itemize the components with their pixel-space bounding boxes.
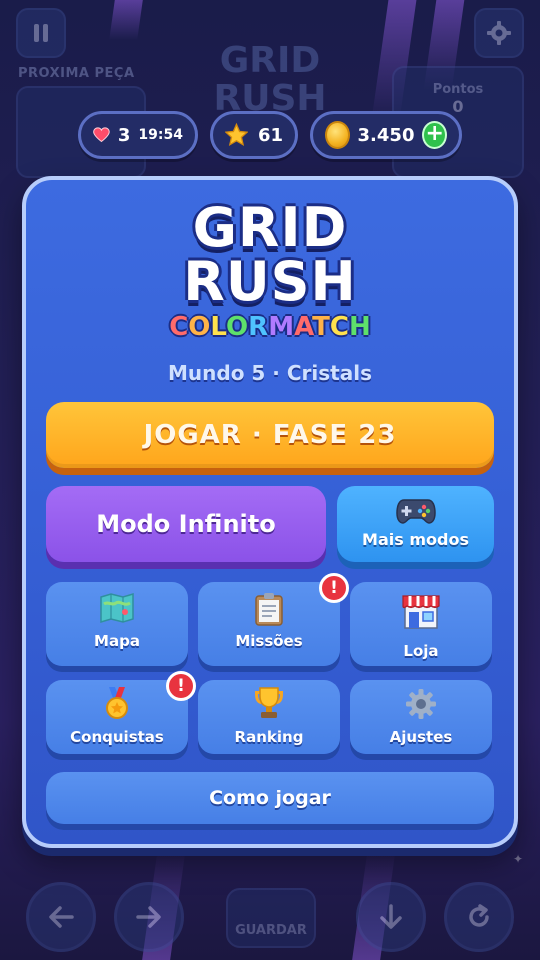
background-light-beam <box>109 0 143 40</box>
next-piece-label: PROXIMA PEÇA <box>18 66 135 81</box>
how-to-play-button[interactable]: Como jogar <box>46 772 494 824</box>
star-icon <box>225 122 248 147</box>
sparkle-icon: ✦ <box>513 852 524 866</box>
arrow-down-icon <box>380 904 402 929</box>
clipboard-icon <box>255 593 283 626</box>
settings-button <box>474 8 524 58</box>
coins-count: 3.450 <box>357 124 415 146</box>
achievements-alert-badge: ! <box>166 671 196 701</box>
hold-piece-button: GUARDAR <box>226 888 316 948</box>
move-right-button <box>114 882 184 952</box>
lives-timer: 19:54 <box>138 127 183 143</box>
logo-subtitle-letter: O <box>226 312 249 342</box>
map-label: Mapa <box>94 632 140 650</box>
rotate-button <box>444 882 514 952</box>
shop-icon <box>402 595 440 629</box>
missions-label: Missões <box>235 632 303 650</box>
logo-subtitle-letter: C <box>169 312 189 342</box>
logo-subtitle-letter: L <box>210 312 227 342</box>
add-coins-button[interactable]: + <box>422 121 447 149</box>
medal-icon <box>106 687 128 719</box>
gear-icon <box>406 689 436 719</box>
coins-pill[interactable]: 3.450 + <box>310 111 462 159</box>
logo-subtitle-color: COLOR <box>169 312 268 342</box>
lives-pill[interactable]: 3 19:54 <box>78 111 198 159</box>
logo-subtitle-letter: T <box>312 312 330 342</box>
world-label: Mundo 5 · Cristals <box>168 361 372 385</box>
logo-subtitle-letter: O <box>188 312 211 342</box>
achievements-label: Conquistas <box>70 728 164 746</box>
shop-tile[interactable]: Loja <box>350 582 492 666</box>
shop-label: Loja <box>403 642 439 660</box>
missions-tile[interactable]: Missões <box>198 582 340 666</box>
infinite-mode-button[interactable]: Modo Infinito <box>46 486 326 562</box>
score-label: Pontos <box>432 82 484 97</box>
trophy-icon <box>255 687 283 718</box>
arrow-left-icon <box>49 906 74 928</box>
heart-icon <box>93 127 110 143</box>
logo-subtitle-match: MATCH <box>268 312 371 342</box>
gamepad-icon <box>395 499 436 524</box>
logo-subtitle-letter: M <box>268 312 295 342</box>
logo-subtitle-letter: H <box>349 312 371 342</box>
pause-icon <box>34 24 48 42</box>
logo-subtitle-letter: C <box>329 312 350 342</box>
background-title-line1: GRID <box>219 40 321 81</box>
logo-subtitle-letter: A <box>294 312 313 342</box>
ranking-tile[interactable]: Ranking <box>198 680 340 754</box>
rotate-icon <box>469 904 489 927</box>
more-modes-label: Mais modos <box>362 530 469 549</box>
play-button[interactable]: JOGAR · FASE 23 <box>46 402 494 468</box>
missions-alert-badge: ! <box>319 573 349 603</box>
map-tile[interactable]: Mapa <box>46 582 188 666</box>
stars-pill[interactable]: 61 <box>210 111 298 159</box>
map-icon <box>100 592 134 624</box>
logo-subtitle: COLORMATCH <box>0 312 540 342</box>
settings-label: Ajustes <box>389 728 453 746</box>
drop-button <box>356 882 426 952</box>
pause-button <box>16 8 66 58</box>
background-title: GRID RUSH <box>210 42 330 118</box>
logo-subtitle-letter: R <box>248 312 269 342</box>
settings-tile[interactable]: Ajustes <box>350 680 492 754</box>
stars-count: 61 <box>257 124 283 146</box>
coin-icon <box>325 121 350 149</box>
lives-count: 3 <box>117 124 131 146</box>
gear-icon <box>487 21 511 45</box>
logo-line2: RUSH <box>183 250 357 313</box>
arrow-right-icon <box>136 906 161 928</box>
more-modes-button[interactable]: Mais modos <box>337 486 494 562</box>
ranking-label: Ranking <box>234 728 304 746</box>
move-left-button <box>26 882 96 952</box>
